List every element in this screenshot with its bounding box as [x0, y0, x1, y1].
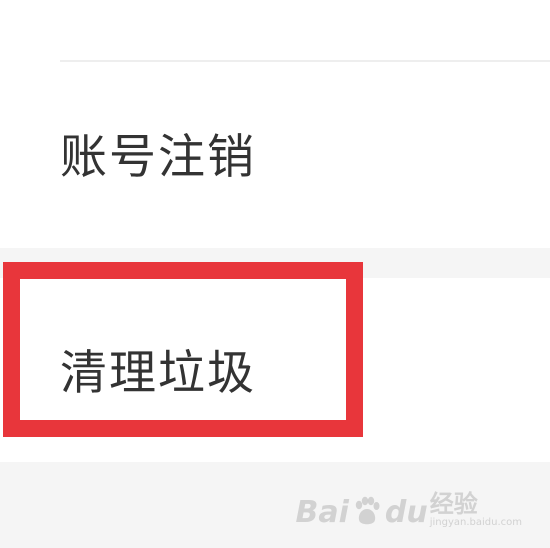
watermark-brand-left: Bai: [295, 495, 349, 530]
section-separator: [0, 248, 550, 278]
watermark-product-group: 经验 jingyan.baidu.com: [430, 492, 522, 528]
watermark-url: jingyan.baidu.com: [429, 517, 522, 528]
paw-icon: [355, 496, 380, 525]
settings-screen: 账号注销 清理垃圾 Bai du 经验 jingyan.baidu.com: [0, 0, 550, 548]
watermark-product: 经验: [429, 490, 478, 518]
watermark-brand-right: du: [384, 495, 428, 530]
baidu-jingyan-watermark: Bai du 经验 jingyan.baidu.com: [295, 492, 522, 528]
settings-item-label: 清理垃圾: [60, 346, 256, 401]
settings-item-account-cancel[interactable]: 账号注销: [0, 62, 550, 248]
settings-item-label: 账号注销: [60, 130, 256, 185]
settings-item-clear-junk[interactable]: 清理垃圾: [0, 278, 550, 462]
settings-row-previous[interactable]: [0, 0, 550, 60]
